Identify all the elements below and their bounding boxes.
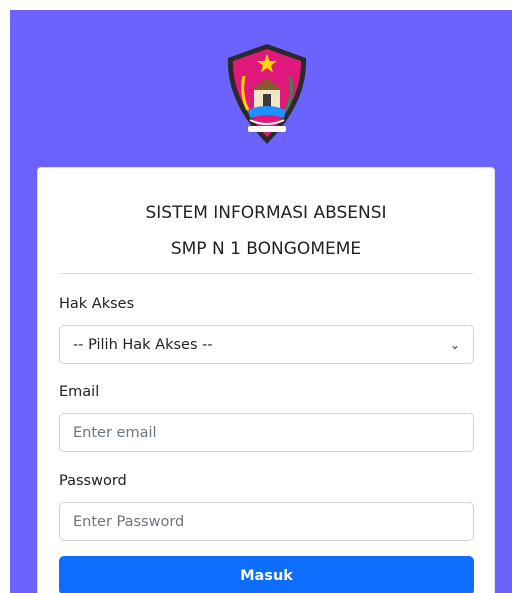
password-label: Password [59, 473, 127, 489]
role-select[interactable]: -- Pilih Hak Akses -- ⌄ [59, 325, 474, 364]
login-page: SISTEM INFORMASI ABSENSI SMP N 1 BONGOME… [10, 10, 512, 593]
card-title-line2: SMP N 1 BONGOMEME [170, 239, 362, 259]
role-label: Hak Akses [59, 296, 135, 312]
password-field[interactable] [59, 502, 474, 541]
chevron-down-icon: ⌄ [449, 337, 460, 352]
role-select-value: -- Pilih Hak Akses -- [73, 336, 213, 353]
email-field[interactable] [59, 413, 474, 452]
email-label: Email [59, 384, 100, 400]
login-button[interactable]: Masuk [59, 556, 474, 593]
regional-emblem-icon [227, 44, 307, 144]
card-title-line1: SISTEM INFORMASI ABSENSI [145, 203, 387, 223]
login-card: SISTEM INFORMASI ABSENSI SMP N 1 BONGOME… [37, 167, 495, 593]
divider [59, 273, 473, 274]
